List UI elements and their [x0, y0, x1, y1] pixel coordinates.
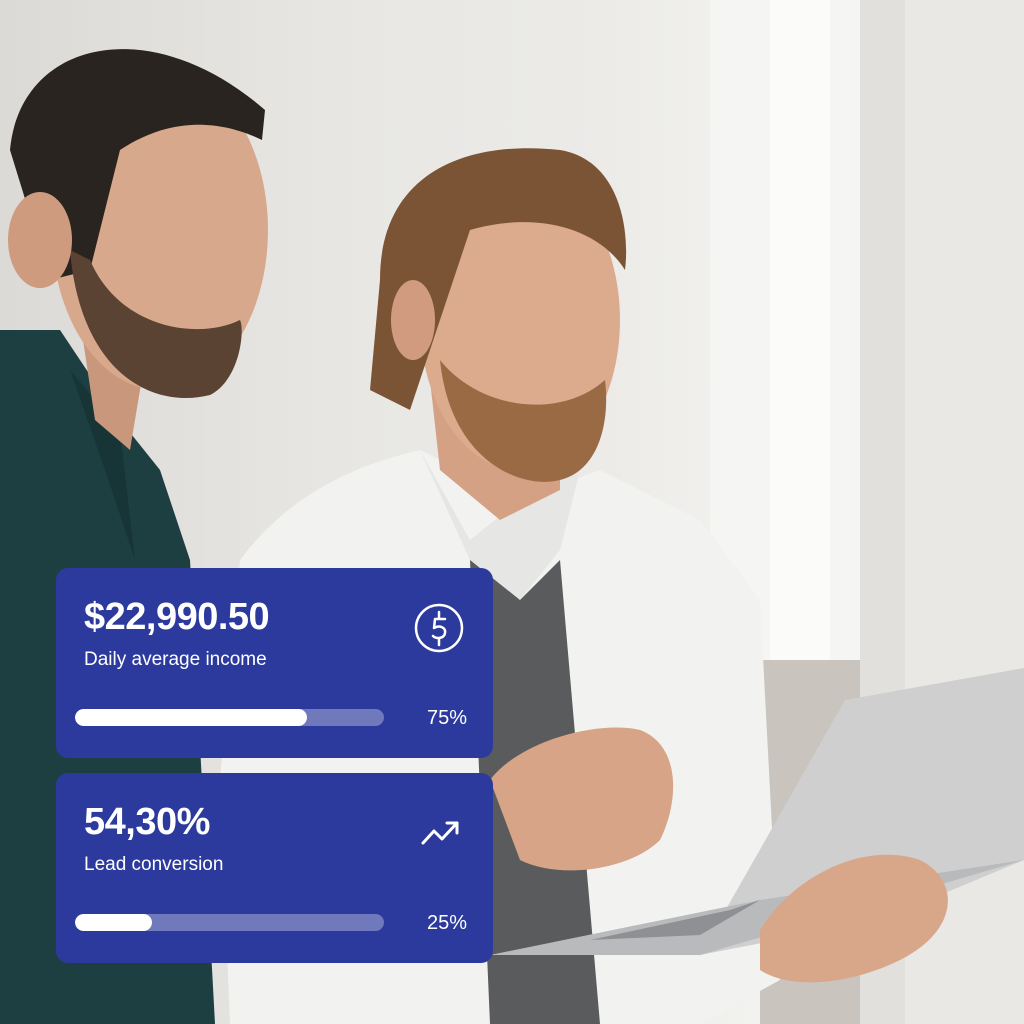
- lead-value: 54,30%: [84, 801, 210, 843]
- income-progress-track: [75, 709, 384, 726]
- income-label: Daily average income: [84, 649, 267, 670]
- income-value: $22,990.50: [84, 596, 270, 638]
- income-progress-fill: [75, 709, 307, 726]
- income-card: $22,990.50 Daily average income 75%: [56, 568, 493, 758]
- trending-up-icon: [421, 821, 459, 845]
- hero-photo-scene: $22,990.50 Daily average income 75% 54,3…: [0, 0, 1024, 1024]
- income-percent: 75%: [426, 707, 467, 729]
- lead-progress-track: [75, 914, 384, 931]
- lead-percent: 25%: [426, 912, 467, 934]
- lead-label: Lead conversion: [84, 854, 224, 875]
- dollar-coin-icon: [414, 603, 464, 653]
- lead-progress-fill: [75, 914, 153, 931]
- lead-card: 54,30% Lead conversion 25%: [56, 773, 493, 963]
